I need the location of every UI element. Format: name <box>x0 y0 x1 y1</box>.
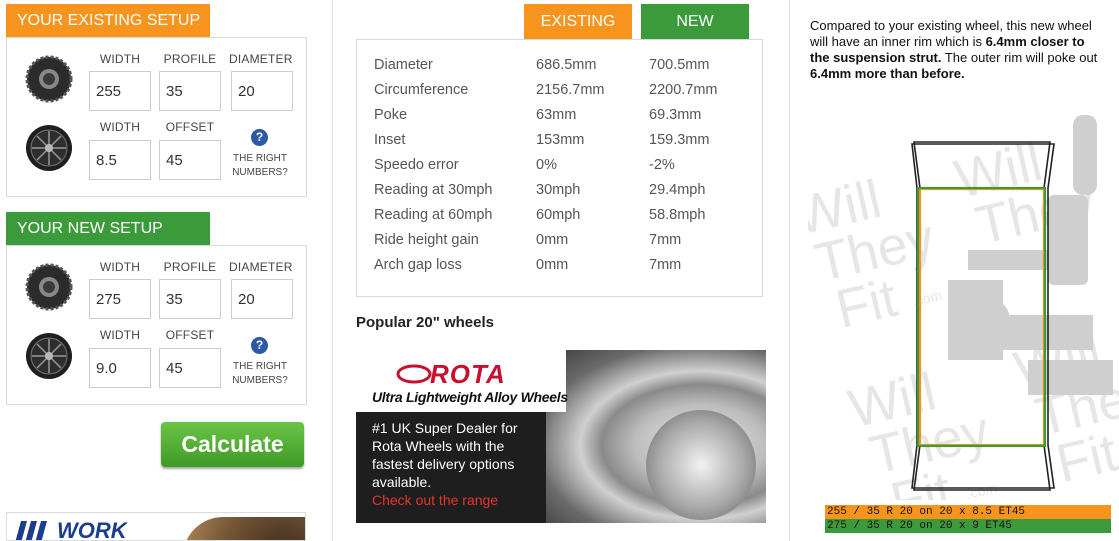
new-wheel-offset-input[interactable] <box>159 348 221 388</box>
rota-ad-cta-link[interactable]: Check out the range <box>372 492 498 508</box>
wheel-icon <box>26 333 72 379</box>
row-existing-value: 0% <box>536 157 557 173</box>
new-tyre-profile-input[interactable] <box>159 279 221 319</box>
rota-tagline: Ultra Lightweight Alloy Wheels <box>372 389 568 405</box>
existing-column-header: EXISTING <box>524 4 632 39</box>
work-logo-text: WORK <box>57 518 127 541</box>
help-text[interactable]: THE RIGHT NUMBERS? <box>225 360 295 388</box>
column-divider-left <box>332 0 333 541</box>
new-setup-tab: YOUR NEW SETUP <box>6 212 210 245</box>
row-label: Diameter <box>374 57 433 73</box>
help-text-line2: NUMBERS? <box>232 167 288 178</box>
row-existing-value: 153mm <box>536 132 585 148</box>
existing-setup-tab: YOUR EXISTING SETUP <box>6 4 210 37</box>
table-row: Poke 63mm 69.3mm <box>357 107 762 132</box>
fitment-diagram: Will They Fit .com Will They Will They F… <box>808 115 1119 500</box>
help-text-line2: NUMBERS? <box>232 375 288 386</box>
rota-wheels-ad[interactable]: ROTA Ultra Lightweight Alloy Wheels #1 U… <box>356 350 766 523</box>
existing-tyre-profile-input[interactable] <box>159 71 221 111</box>
row-existing-value: 30mph <box>536 182 581 198</box>
row-new-value: 2200.7mm <box>649 82 718 98</box>
row-label: Poke <box>374 107 408 123</box>
existing-wheel-width-input[interactable] <box>89 140 151 180</box>
existing-wheel-offset-input[interactable] <box>159 140 221 180</box>
description-part2: The outer rim will poke out <box>941 50 1098 65</box>
rota-ad-body: #1 UK Super Dealer for Rota Wheels with … <box>372 420 518 490</box>
row-label: Reading at 30mph <box>374 182 493 198</box>
row-new-value: 700.5mm <box>649 57 710 73</box>
table-row: Diameter 686.5mm 700.5mm <box>357 57 762 82</box>
tyre-width-label: WIDTH <box>99 260 141 274</box>
new-setup-code: 275 / 35 R 20 on 20 x 9 ET45 <box>825 519 1111 533</box>
row-existing-value: 63mm <box>536 107 577 123</box>
watermark-fit-1: Fit <box>830 268 902 340</box>
wheel-icon <box>26 125 72 171</box>
existing-tyre-width-input[interactable] <box>89 71 151 111</box>
help-text-line1: THE RIGHT <box>233 361 287 372</box>
new-tyre-width-input[interactable] <box>89 279 151 319</box>
watermark-com-1: .com <box>910 287 943 309</box>
row-existing-value: 2156.7mm <box>536 82 605 98</box>
wheel-width-label: WIDTH <box>99 328 141 342</box>
new-setup-panel: WIDTH PROFILE DIAMETER WIDTH OFFSET ? TH… <box>6 245 307 405</box>
row-new-value: 7mm <box>649 257 682 273</box>
row-existing-value: 0mm <box>536 257 569 273</box>
work-wheels-ad[interactable]: WORK <box>6 512 306 541</box>
row-label: Arch gap loss <box>374 257 462 273</box>
table-row: Reading at 60mph 60mph 58.8mph <box>357 207 762 232</box>
row-label: Reading at 60mph <box>374 207 493 223</box>
row-label: Inset <box>374 132 406 148</box>
row-label: Circumference <box>374 82 469 98</box>
comparison-table: Diameter 686.5mm 700.5mm Circumference 2156… <box>356 39 763 297</box>
row-label: Speedo error <box>374 157 459 173</box>
row-new-value: 69.3mm <box>649 107 702 123</box>
work-ad-wheel-image <box>183 517 305 540</box>
table-row: Arch gap loss 0mm 7mm <box>357 257 762 282</box>
row-label: Ride height gain <box>374 232 479 248</box>
wheel-width-label: WIDTH <box>99 120 141 134</box>
help-text-line1: THE RIGHT <box>233 153 287 164</box>
row-existing-value: 60mph <box>536 207 581 223</box>
description-bold2: 6.4mm more than before. <box>810 66 965 81</box>
tyre-icon <box>25 263 73 311</box>
tyre-diameter-label: DIAMETER <box>229 52 293 66</box>
wheel-offset-label: OFFSET <box>165 328 215 342</box>
popular-wheels-heading: Popular 20" wheels <box>356 314 494 331</box>
table-row: Inset 153mm 159.3mm <box>357 132 762 157</box>
help-text[interactable]: THE RIGHT NUMBERS? <box>225 152 295 180</box>
existing-setup-panel: WIDTH PROFILE DIAMETER WIDTH OFFSET ? TH… <box>6 37 307 197</box>
rota-logo-text: ROTA <box>430 359 506 389</box>
existing-tyre-diameter-input[interactable] <box>231 71 293 111</box>
tyre-diameter-label: DIAMETER <box>229 260 293 274</box>
column-divider-right <box>789 0 790 541</box>
work-logo-stripes <box>15 521 47 540</box>
new-wheel-width-input[interactable] <box>89 348 151 388</box>
new-column-header: NEW <box>641 4 749 39</box>
tyre-width-label: WIDTH <box>99 52 141 66</box>
table-row: Speedo error 0% -2% <box>357 157 762 182</box>
row-new-value: -2% <box>649 157 675 173</box>
calculate-button[interactable]: Calculate <box>161 422 304 467</box>
new-tyre-diameter-input[interactable] <box>231 279 293 319</box>
row-new-value: 58.8mph <box>649 207 706 223</box>
table-row: Ride height gain 0mm 7mm <box>357 232 762 257</box>
row-new-value: 159.3mm <box>649 132 710 148</box>
rota-logo-swoosh <box>396 364 432 384</box>
tyre-icon <box>25 55 73 103</box>
watermark-fit-4: Fit <box>1051 422 1119 494</box>
existing-setup-code: 255 / 35 R 20 on 20 x 8.5 ET45 <box>825 505 1111 519</box>
help-question-icon[interactable]: ? <box>251 129 268 146</box>
row-new-value: 29.4mph <box>649 182 706 198</box>
table-row: Circumference 2156.7mm 2200.7mm <box>357 82 762 107</box>
wheel-offset-label: OFFSET <box>165 120 215 134</box>
tyre-profile-label: PROFILE <box>163 260 217 274</box>
tyre-profile-label: PROFILE <box>163 52 217 66</box>
row-existing-value: 686.5mm <box>536 57 597 73</box>
help-question-icon[interactable]: ? <box>251 337 268 354</box>
comparison-description: Compared to your existing wheel, this ne… <box>810 18 1105 82</box>
rota-ad-wheel-hub <box>646 410 756 520</box>
table-row: Reading at 30mph 30mph 29.4mph <box>357 182 762 207</box>
row-existing-value: 0mm <box>536 232 569 248</box>
row-new-value: 7mm <box>649 232 682 248</box>
